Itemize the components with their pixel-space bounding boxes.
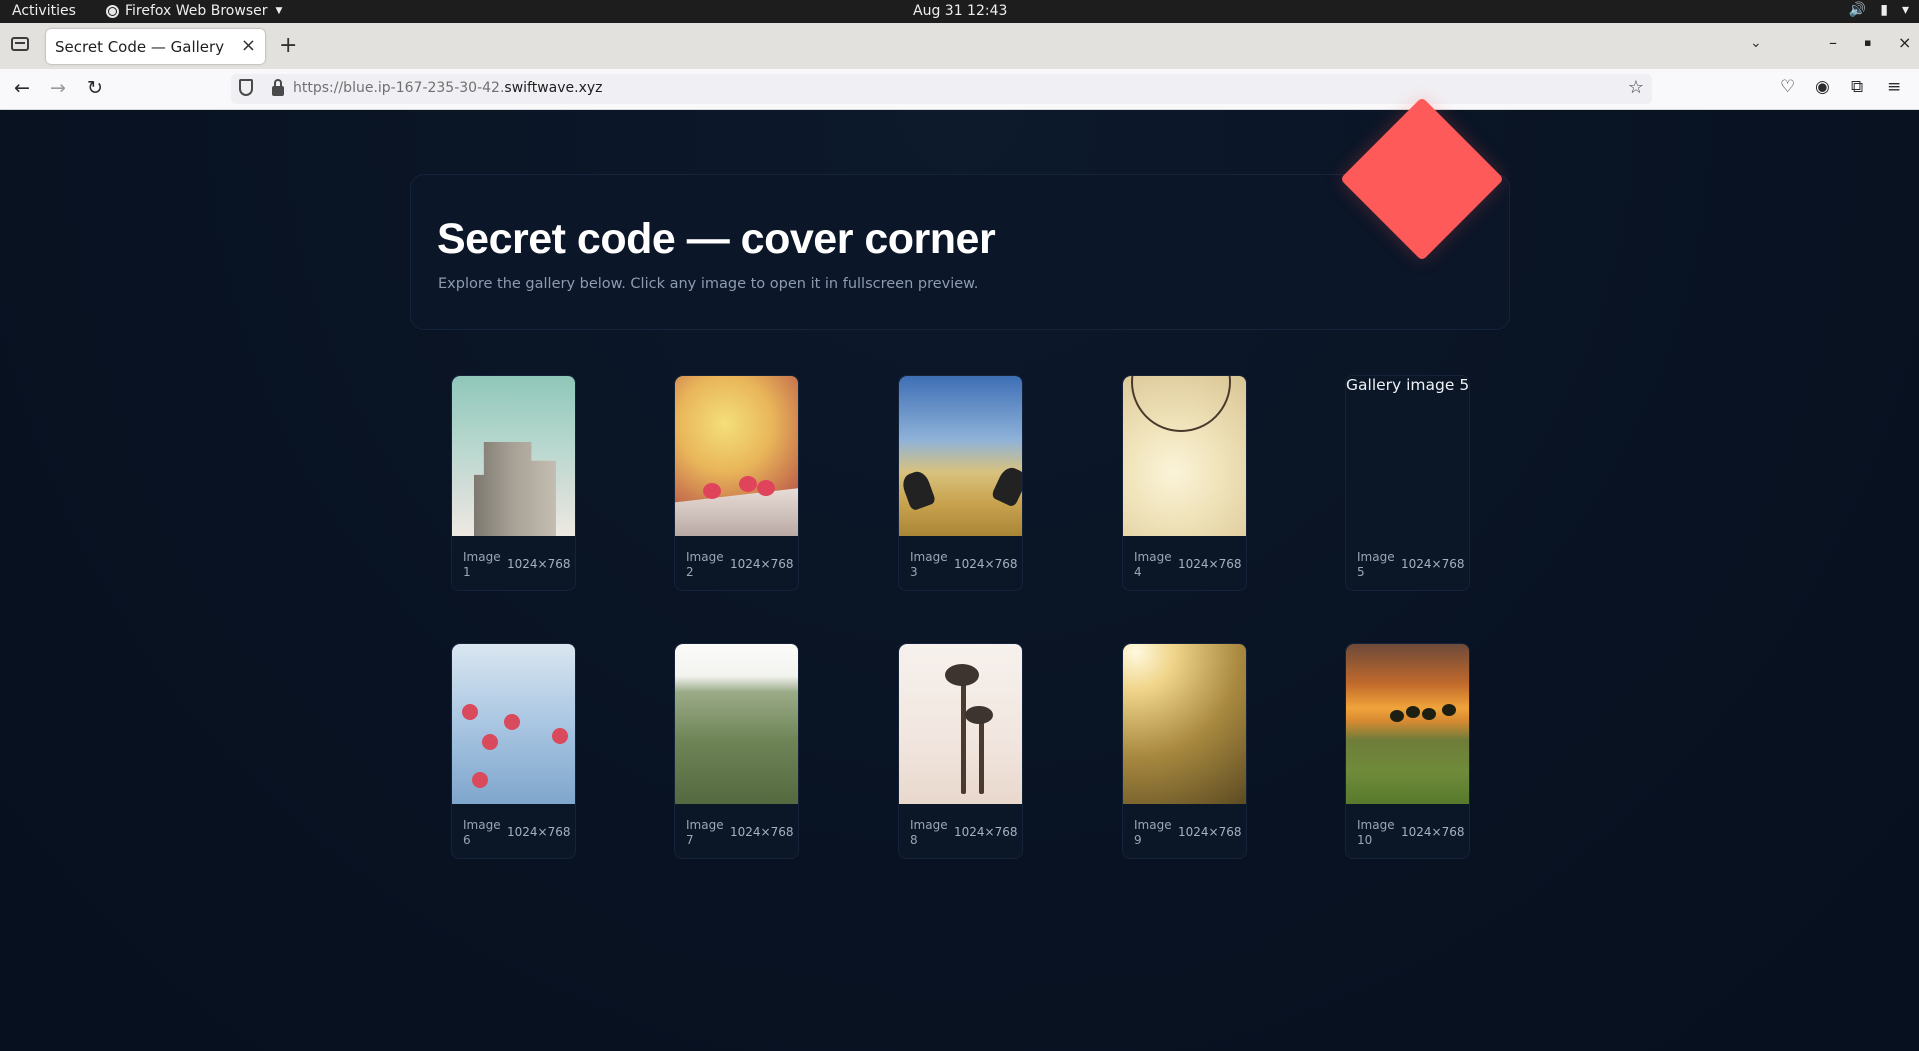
image-caption: Image 8 bbox=[910, 818, 948, 847]
back-icon[interactable]: ← bbox=[14, 77, 30, 99]
image-caption: Image 6 bbox=[463, 818, 501, 847]
image-caption: Image 4 bbox=[1134, 550, 1172, 579]
image-dimensions: 1024×768 bbox=[1401, 557, 1465, 571]
gallery-thumbnail[interactable] bbox=[675, 644, 798, 804]
gallery-thumbnail-broken[interactable]: Gallery image 5 bbox=[1346, 376, 1470, 536]
gallery-thumbnail[interactable] bbox=[899, 376, 1022, 536]
url-prefix: https://blue.ip-167-235-30-42. bbox=[293, 80, 505, 96]
image-dimensions: 1024×768 bbox=[954, 825, 1018, 839]
image-caption: Image 7 bbox=[686, 818, 724, 847]
navigation-toolbar: ← → ↻ https://blue.ip-167-235-30-42.swif… bbox=[0, 69, 1919, 110]
gallery-card[interactable]: Gallery image 5 Image 5 1024×768 bbox=[1345, 375, 1470, 591]
battery-icon: ▮ bbox=[1880, 2, 1888, 18]
account-icon[interactable]: ◉ bbox=[1815, 77, 1830, 97]
image-dimensions: 1024×768 bbox=[507, 557, 571, 571]
url-domain: swiftwave.xyz bbox=[504, 80, 603, 96]
image-dimensions: 1024×768 bbox=[954, 557, 1018, 571]
system-top-bar: Activities Firefox Web Browser ▼ Aug 31 … bbox=[0, 0, 1919, 23]
image-caption: Image 10 bbox=[1357, 818, 1395, 847]
volume-icon: 🔊 bbox=[1848, 2, 1867, 18]
pocket-icon[interactable]: ♡ bbox=[1780, 77, 1795, 97]
gallery-card[interactable]: Image 4 1024×768 bbox=[1122, 375, 1247, 591]
page-content: Secret code — cover corner Explore the g… bbox=[0, 96, 1919, 1051]
gallery-thumbnail[interactable] bbox=[675, 376, 798, 536]
image-caption: Image 5 bbox=[1357, 550, 1395, 579]
image-dimensions: 1024×768 bbox=[730, 557, 794, 571]
chevron-down-icon: ▾ bbox=[1901, 2, 1909, 18]
system-tray[interactable]: 🔊 ▮ ▾ bbox=[1849, 2, 1909, 18]
gallery-thumbnail[interactable] bbox=[452, 376, 575, 536]
image-dimensions: 1024×768 bbox=[507, 825, 571, 839]
minimize-icon[interactable]: – bbox=[1829, 33, 1837, 52]
gallery-card[interactable]: Image 10 1024×768 bbox=[1345, 643, 1470, 859]
page-subtitle: Explore the gallery below. Click any ima… bbox=[438, 276, 979, 292]
image-dimensions: 1024×768 bbox=[730, 825, 794, 839]
maximize-icon[interactable]: ▪ bbox=[1864, 36, 1871, 49]
gallery-card[interactable]: Image 6 1024×768 bbox=[451, 643, 576, 859]
image-dimensions: 1024×768 bbox=[1401, 825, 1465, 839]
bookmark-star-icon[interactable]: ☆ bbox=[1628, 77, 1644, 98]
gallery-card[interactable]: Image 3 1024×768 bbox=[898, 375, 1023, 591]
lock-icon[interactable] bbox=[272, 79, 284, 96]
gallery-thumbnail[interactable] bbox=[1123, 376, 1246, 536]
hero-card: Secret code — cover corner Explore the g… bbox=[410, 174, 1510, 330]
reload-icon[interactable]: ↻ bbox=[87, 77, 103, 99]
image-dimensions: 1024×768 bbox=[1178, 825, 1242, 839]
gallery-card[interactable]: Image 9 1024×768 bbox=[1122, 643, 1247, 859]
activities-button[interactable]: Activities bbox=[12, 3, 76, 19]
firefox-icon bbox=[106, 4, 119, 18]
image-caption: Image 1 bbox=[463, 550, 501, 579]
url-text[interactable]: https://blue.ip-167-235-30-42.swiftwave.… bbox=[293, 80, 603, 96]
url-bar[interactable]: https://blue.ip-167-235-30-42.swiftwave.… bbox=[231, 74, 1652, 104]
gallery-card[interactable]: Image 1 1024×768 bbox=[451, 375, 576, 591]
image-caption: Image 3 bbox=[910, 550, 948, 579]
image-caption: Image 9 bbox=[1134, 818, 1172, 847]
extensions-icon[interactable]: ⧉ bbox=[1851, 77, 1863, 97]
caret-down-icon: ▼ bbox=[275, 6, 283, 16]
app-menu-label: Firefox Web Browser bbox=[125, 3, 268, 19]
gallery-thumbnail[interactable] bbox=[1123, 644, 1246, 804]
gallery-thumbnail[interactable] bbox=[1346, 644, 1469, 804]
image-dimensions: 1024×768 bbox=[1178, 557, 1242, 571]
gallery-card[interactable]: Image 7 1024×768 bbox=[674, 643, 799, 859]
list-all-tabs-icon[interactable]: ⌄ bbox=[1750, 35, 1762, 51]
tab-title: Secret Code — Gallery bbox=[55, 37, 225, 56]
gallery-card[interactable]: Image 8 1024×768 bbox=[898, 643, 1023, 859]
gallery-card[interactable]: Image 2 1024×768 bbox=[674, 375, 799, 591]
app-menu[interactable]: Firefox Web Browser ▼ bbox=[106, 3, 282, 19]
menu-icon[interactable]: ≡ bbox=[1887, 77, 1901, 97]
image-caption: Image 2 bbox=[686, 550, 724, 579]
clock[interactable]: Aug 31 12:43 bbox=[913, 3, 1007, 19]
close-tab-icon[interactable]: × bbox=[241, 35, 256, 56]
gallery-thumbnail[interactable] bbox=[899, 644, 1022, 804]
shield-icon[interactable] bbox=[239, 79, 253, 96]
gallery-thumbnail[interactable] bbox=[452, 644, 575, 804]
close-window-icon[interactable]: × bbox=[1898, 33, 1911, 52]
new-tab-icon[interactable]: + bbox=[279, 33, 297, 58]
tab-list-icon[interactable] bbox=[11, 37, 29, 51]
image-alt-text: Gallery image 5 bbox=[1346, 376, 1470, 394]
forward-icon[interactable]: → bbox=[50, 77, 66, 99]
tab-strip: Secret Code — Gallery × + ⌄ – ▪ × bbox=[0, 23, 1919, 69]
page-title: Secret code — cover corner bbox=[437, 215, 996, 263]
tab-active[interactable]: Secret Code — Gallery × bbox=[46, 29, 265, 64]
